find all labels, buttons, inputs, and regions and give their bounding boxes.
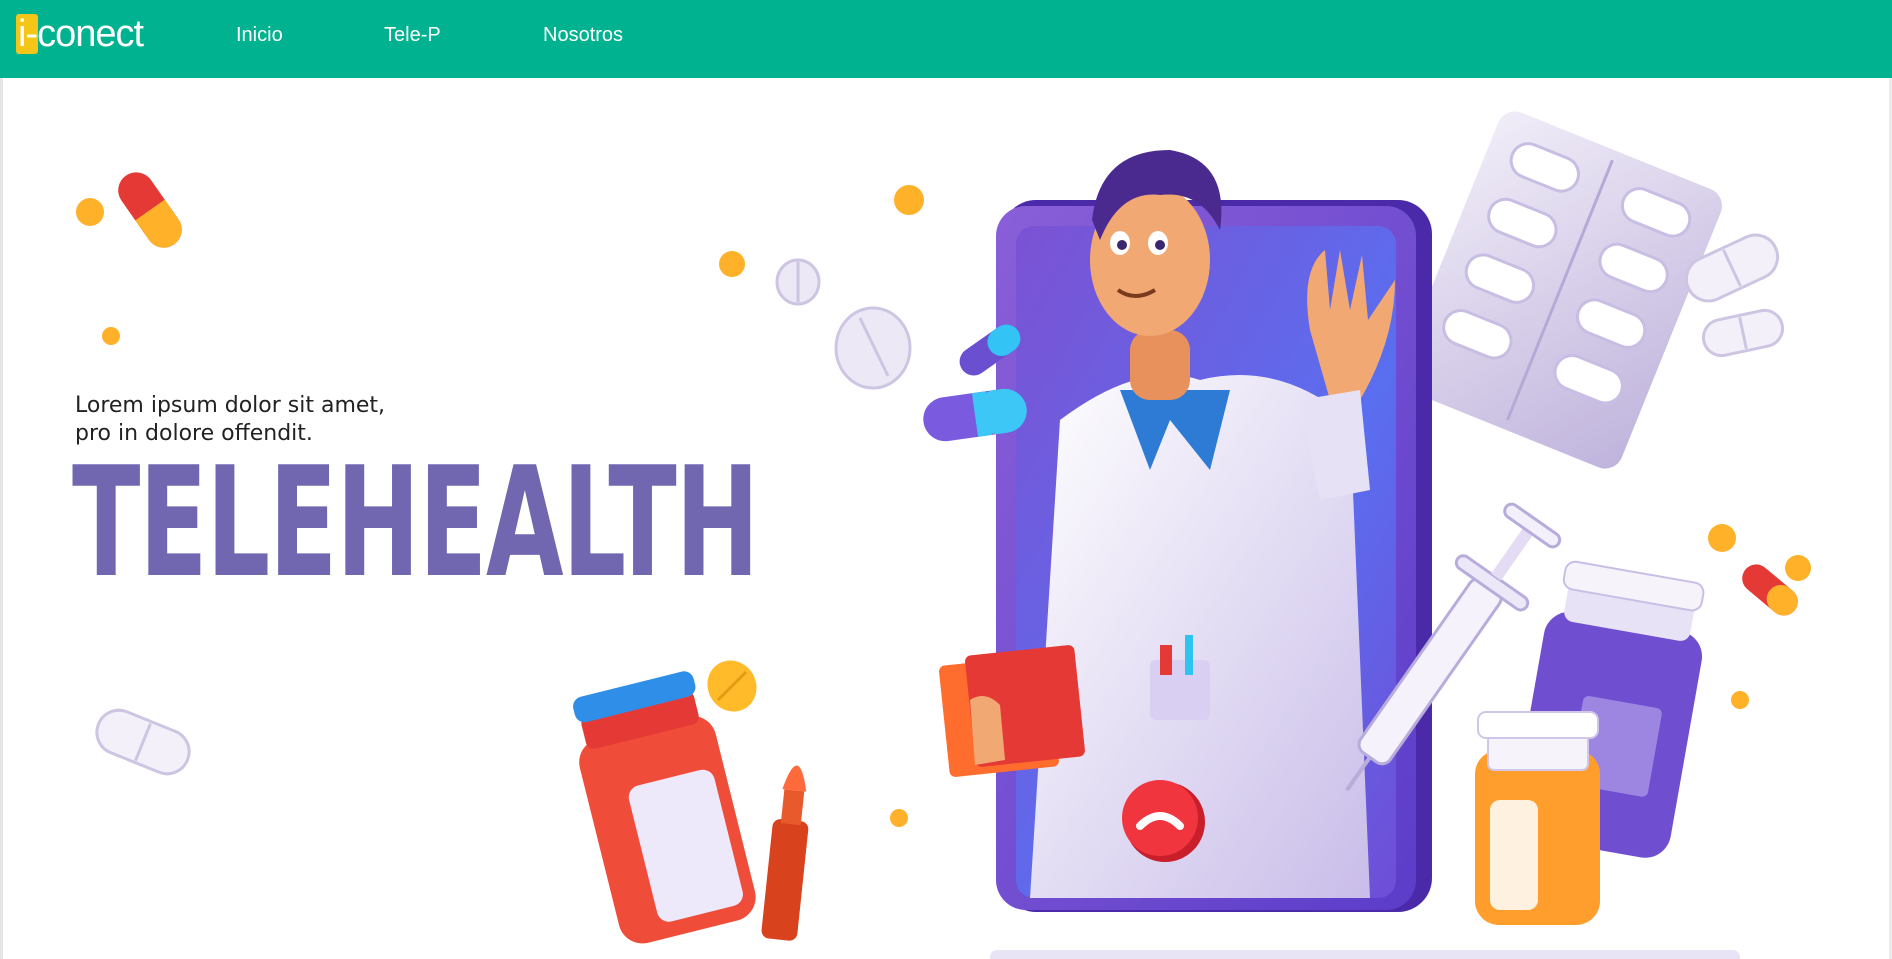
nav-inicio[interactable]: Inicio <box>236 24 283 47</box>
medicine-bottle-icon <box>1475 711 1600 925</box>
ampoule-icon <box>761 765 809 941</box>
brand-logo[interactable]: i-conect <box>14 10 174 56</box>
nav-nosotros[interactable]: Nosotros <box>543 24 623 47</box>
logo-text: i-conect <box>18 13 144 55</box>
ground-shadow <box>990 950 1740 959</box>
blister-pack-icon <box>1397 111 1723 469</box>
top-navbar: i-conect Inicio Tele-P Nosotros <box>0 0 1892 78</box>
telehealth-illustration <box>76 111 1811 959</box>
clipboard-icon <box>939 645 1085 777</box>
nav-tele-p[interactable]: Tele-P <box>384 24 441 47</box>
